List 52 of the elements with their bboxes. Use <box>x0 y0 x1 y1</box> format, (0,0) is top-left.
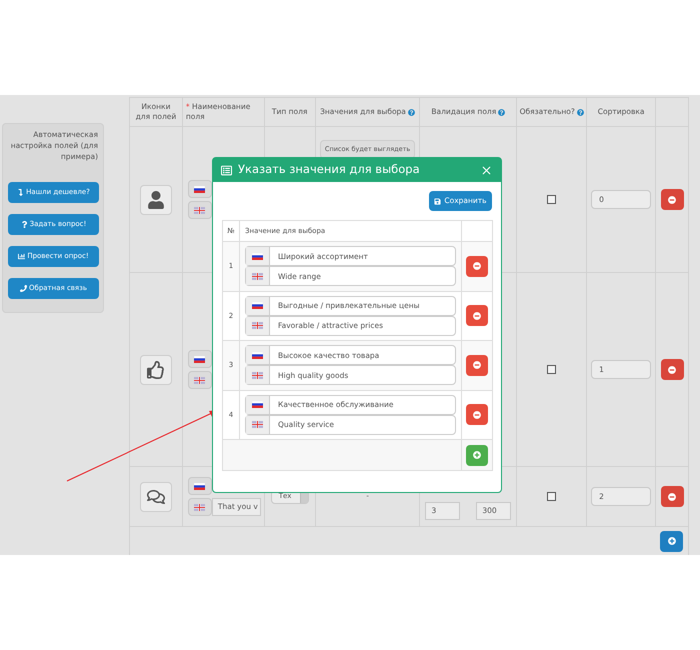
modal-title: Указать значения для выбора <box>238 161 420 178</box>
delete-row-button[interactable] <box>660 359 684 380</box>
save-icon <box>434 198 442 204</box>
add-row-button[interactable] <box>660 530 683 552</box>
list-icon <box>221 164 232 176</box>
british-flag-icon <box>194 206 206 214</box>
bar-chart-icon <box>18 253 26 260</box>
remove-value-button[interactable] <box>466 305 488 326</box>
add-value-button[interactable] <box>466 444 488 466</box>
minus-icon <box>668 196 676 204</box>
british-flag-icon <box>252 421 263 428</box>
minus-icon <box>668 492 676 500</box>
russian-flag-icon <box>252 352 263 359</box>
british-flag-icon <box>252 322 263 330</box>
delete-row-button[interactable] <box>660 189 684 210</box>
minus-icon <box>473 361 481 370</box>
remove-value-button[interactable] <box>466 404 488 426</box>
plus-icon <box>668 537 676 545</box>
british-flag-icon <box>252 372 263 379</box>
help-icon[interactable] <box>408 108 415 116</box>
russian-flag-icon <box>194 186 206 192</box>
icon-picker-button[interactable] <box>140 482 172 512</box>
close-icon[interactable] <box>480 164 493 176</box>
icon-picker-button[interactable] <box>140 184 172 214</box>
russian-flag-icon <box>252 252 263 260</box>
level-down-icon <box>17 189 24 196</box>
help-icon[interactable] <box>576 108 584 116</box>
minus-icon <box>473 312 481 320</box>
remove-value-button[interactable] <box>466 354 488 376</box>
british-flag-icon <box>194 504 206 510</box>
russian-flag-icon <box>194 482 206 490</box>
speech-bubbles-icon <box>146 488 165 506</box>
plus-icon <box>473 451 481 459</box>
delete-row-button[interactable] <box>660 486 684 507</box>
minus-icon <box>668 366 676 374</box>
icon-picker-button[interactable] <box>140 354 172 384</box>
help-icon[interactable] <box>498 108 506 116</box>
minus-icon <box>473 410 481 419</box>
russian-flag-icon <box>252 401 263 408</box>
british-flag-icon <box>252 272 263 280</box>
checkbox[interactable] <box>547 195 556 204</box>
thumbs-up-icon <box>146 360 165 378</box>
phone-icon <box>20 285 27 292</box>
british-flag-icon <box>194 376 206 384</box>
checkbox[interactable] <box>547 365 556 374</box>
question-icon <box>20 221 28 228</box>
user-icon <box>146 190 165 208</box>
russian-flag-icon <box>194 356 206 362</box>
minus-icon <box>473 262 481 270</box>
russian-flag-icon <box>252 302 263 310</box>
remove-value-button[interactable] <box>466 256 488 277</box>
checkbox[interactable] <box>547 492 556 501</box>
